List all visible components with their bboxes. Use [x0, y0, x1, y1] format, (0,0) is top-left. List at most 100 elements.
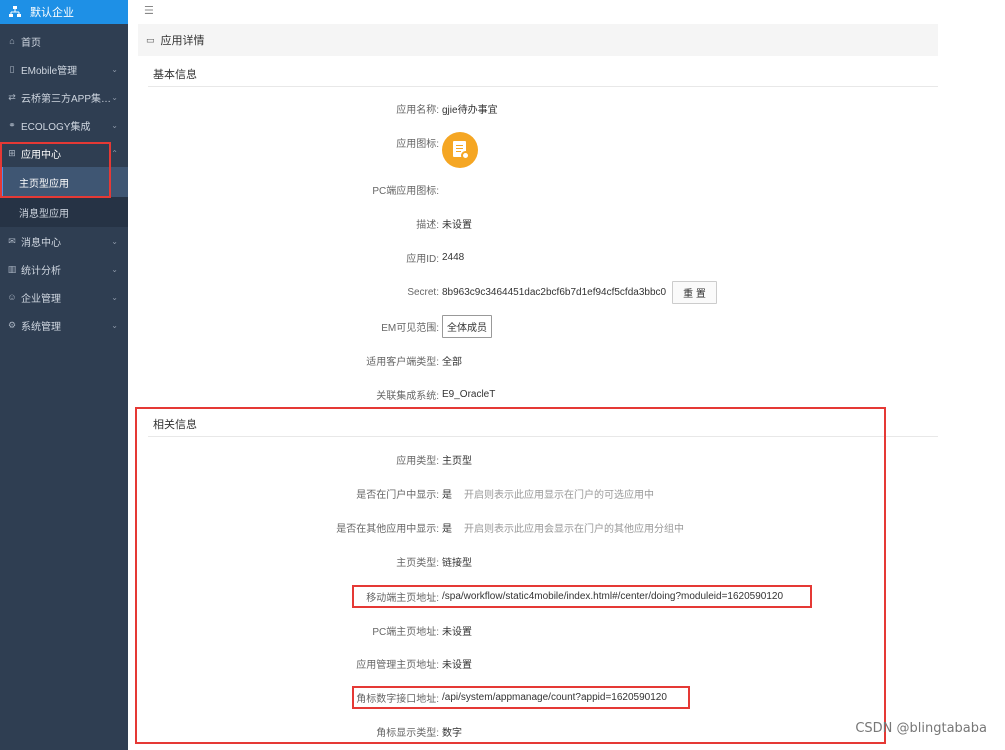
window-icon: ▭	[146, 34, 155, 45]
field-label: 移动端主页地址:	[366, 592, 439, 604]
field-label: 应用管理主页地址:	[356, 659, 439, 671]
field-label: 关联集成系统:	[376, 390, 439, 402]
chevron-down-icon: ⌄	[111, 264, 118, 274]
secret-value: 8b963c9c3464451dac2bcf6b7d1ef94cf5cfda3b…	[442, 286, 667, 298]
field-app-id: 应用ID: 2448	[128, 247, 998, 267]
field-value: 未设置	[442, 659, 472, 671]
chevron-down-icon: ⌄	[111, 292, 118, 302]
sidebar-item-label: ECOLOGY集成	[21, 121, 91, 133]
field-app-type: 应用类型: 主页型	[128, 449, 998, 469]
chevron-down-icon: ⌄	[111, 120, 118, 130]
sidebar-item-emobile[interactable]: ▯ EMobile管理 ⌄	[0, 55, 128, 83]
sidebar-item-ecology[interactable]: ⚭ ECOLOGY集成 ⌄	[0, 111, 128, 139]
chain-icon: ⚭	[8, 119, 16, 130]
sidebar-item-yunqiao[interactable]: ⇄ 云桥第三方APP集… ⌄	[0, 83, 128, 111]
home-icon: ⌂	[9, 36, 15, 46]
section-title-related: 相关信息	[148, 411, 938, 437]
gear-icon: ⚙	[7, 319, 17, 330]
field-description: 描述: 未设置	[128, 213, 998, 233]
brand-bar[interactable]: 默认企业	[0, 0, 128, 24]
field-value: /api/system/appmanage/count?appid=162059…	[442, 691, 667, 703]
field-value: 链接型	[442, 557, 472, 569]
chevron-down-icon: ⌄	[111, 64, 118, 74]
field-app-icon: 应用图标:	[128, 132, 998, 168]
field-show-portal: 是否在门户中显示: 是 开启则表示此应用显示在门户的可选应用中	[128, 483, 998, 503]
field-label: PC端应用图标:	[372, 185, 439, 197]
sidebar-item-message-center[interactable]: ✉ 消息中心 ⌄	[0, 227, 128, 255]
sidebar-subitem-message-app[interactable]: 消息型应用	[0, 197, 128, 227]
field-integration: 关联集成系统: E9_OracleT	[128, 384, 998, 404]
field-label: PC端主页地址:	[372, 626, 439, 638]
field-label: EM可见范围:	[381, 322, 439, 334]
show-portal-value: 是	[442, 489, 452, 501]
sidebar-item-label: 系统管理	[21, 321, 61, 333]
sidebar-item-home[interactable]: ⌂ 首页	[0, 27, 128, 55]
chevron-down-icon: ⌄	[111, 236, 118, 246]
field-home-type: 主页类型: 链接型	[128, 551, 998, 571]
sidebar-item-app-center[interactable]: ⊞ 应用中心 ⌃	[0, 139, 128, 167]
field-label: 描述:	[416, 219, 439, 231]
chevron-down-icon: ⌄	[111, 320, 118, 330]
field-secret: Secret: 8b963c9c3464451dac2bcf6b7d1ef94c…	[128, 280, 998, 304]
chart-icon: ▥	[7, 263, 17, 274]
field-mobile-url: 移动端主页地址: /spa/workflow/static4mobile/ind…	[128, 586, 998, 606]
main-content: ☰ ▭ 应用详情 基本信息 应用名称: gjie待办事宜 应用图标: PC端应用…	[128, 0, 1005, 750]
field-value: 2448	[442, 251, 465, 263]
field-value: 全体成员	[442, 314, 492, 338]
field-label: 应用图标:	[396, 138, 439, 150]
field-label: 是否在门户中显示:	[356, 489, 439, 501]
field-pc-icon: PC端应用图标:	[128, 179, 998, 199]
sidebar-item-label: 消息中心	[21, 237, 61, 249]
field-pc-url: PC端主页地址: 未设置	[128, 620, 998, 640]
field-client-type: 适用客户端类型: 全部	[128, 350, 998, 370]
sidebar: 默认企业 ⌂ 首页 ▯ EMobile管理 ⌄ ⇄ 云桥第三方APP集… ⌄ ⚭…	[0, 0, 128, 750]
field-admin-url: 应用管理主页地址: 未设置	[128, 653, 998, 673]
field-value: 是 开启则表示此应用显示在门户的可选应用中	[442, 486, 654, 501]
chevron-down-icon: ⌄	[111, 92, 118, 102]
field-value: 未设置	[442, 626, 472, 638]
field-label: 角标显示类型:	[376, 727, 439, 739]
section-title-basic: 基本信息	[148, 61, 938, 87]
sidebar-item-system[interactable]: ⚙ 系统管理 ⌄	[0, 311, 128, 339]
field-label: 应用名称:	[396, 104, 439, 116]
field-value: 是 开启则表示此应用会显示在门户的其他应用分组中	[442, 520, 684, 535]
sidebar-item-label: 首页	[21, 37, 41, 49]
field-value: 8b963c9c3464451dac2bcf6b7d1ef94cf5cfda3b…	[442, 280, 717, 304]
show-other-hint: 开启则表示此应用会显示在门户的其他应用分组中	[464, 523, 684, 535]
panel-title-bar: ▭ 应用详情	[138, 24, 938, 56]
reset-secret-button[interactable]: 重 置	[672, 280, 717, 304]
menu-toggle-icon[interactable]: ☰	[144, 4, 154, 17]
sidebar-item-enterprise[interactable]: ☺ 企业管理 ⌄	[0, 283, 128, 311]
watermark: CSDN @blingtababa	[855, 721, 987, 736]
org-chart-icon	[9, 6, 21, 17]
field-value: /spa/workflow/static4mobile/index.html#/…	[442, 590, 784, 602]
sidebar-item-statistics[interactable]: ▥ 统计分析 ⌄	[0, 255, 128, 283]
link-icon: ⇄	[8, 91, 16, 102]
sidebar-subitem-label: 主页型应用	[19, 178, 69, 190]
field-value: 数字	[442, 727, 462, 739]
field-label: 应用ID:	[406, 253, 439, 265]
chevron-up-icon: ⌃	[111, 148, 118, 158]
field-value	[442, 116, 478, 168]
sidebar-item-label: 云桥第三方APP集…	[21, 93, 112, 105]
topbar: ☰	[128, 0, 1005, 20]
field-value: gjie待办事宜	[442, 104, 498, 116]
sidebar-item-label: 企业管理	[21, 293, 61, 305]
sidebar-item-label: 应用中心	[21, 149, 61, 161]
phone-icon: ▯	[9, 63, 15, 74]
field-badge-api: 角标数字接口地址: /api/system/appmanage/count?ap…	[128, 687, 998, 707]
grid-icon: ⊞	[8, 147, 16, 158]
field-label: 主页类型:	[396, 557, 439, 569]
field-value: E9_OracleT	[442, 388, 496, 400]
field-em-scope: EM可见范围: 全体成员	[128, 314, 998, 338]
em-scope-button[interactable]: 全体成员	[442, 314, 492, 338]
mail-icon: ✉	[8, 235, 16, 246]
field-label: 是否在其他应用中显示:	[336, 523, 439, 535]
show-other-value: 是	[442, 523, 452, 535]
field-label: 应用类型:	[396, 455, 439, 467]
show-portal-hint: 开启则表示此应用显示在门户的可选应用中	[464, 489, 654, 501]
field-label: 角标数字接口地址:	[356, 693, 439, 705]
field-value: 主页型	[442, 455, 472, 467]
sidebar-subitem-homepage-app[interactable]: 主页型应用	[0, 167, 128, 197]
field-show-other: 是否在其他应用中显示: 是 开启则表示此应用会显示在门户的其他应用分组中	[128, 517, 998, 537]
